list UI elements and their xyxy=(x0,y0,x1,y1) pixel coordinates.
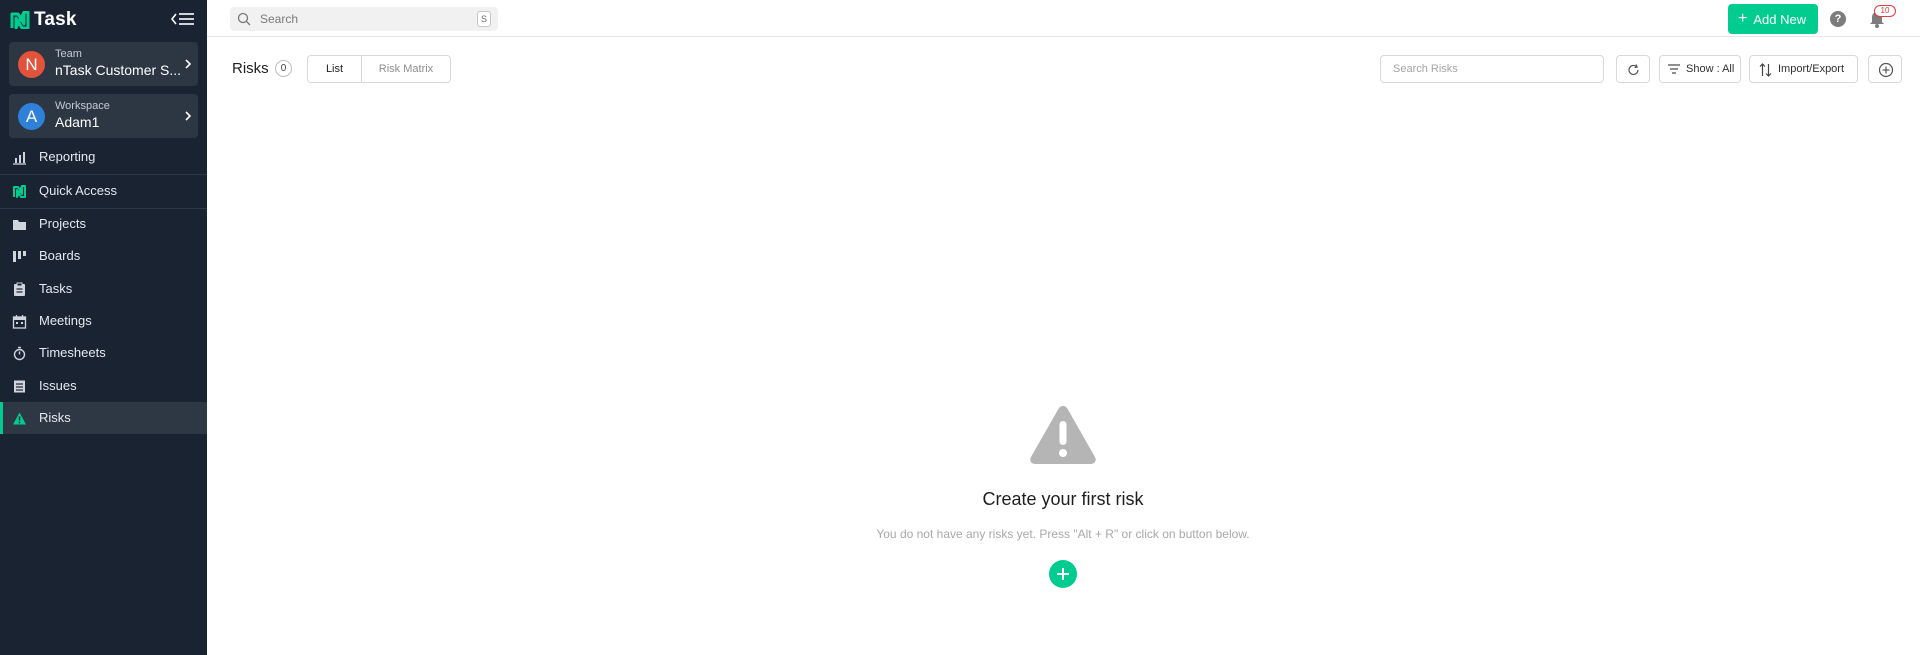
sidebar-item-risks[interactable]: Risks xyxy=(0,402,207,434)
sidebar-item-boards[interactable]: Boards xyxy=(0,240,207,272)
app-root: Task N Team nTask Customer S... A Worksp… xyxy=(0,0,1920,655)
notification-count-badge: 10 xyxy=(1874,5,1896,17)
top-bar: Search S + Add New ? 10 xyxy=(207,0,1920,37)
clipboard-icon xyxy=(14,282,25,296)
sidebar-item-reporting[interactable]: Reporting xyxy=(0,141,207,173)
workspace-switcher[interactable]: A Workspace Adam1 xyxy=(9,94,198,138)
collapse-sidebar-icon[interactable] xyxy=(170,10,196,28)
chevron-right-icon xyxy=(185,111,192,121)
tab-list[interactable]: List xyxy=(307,55,362,83)
chevron-right-icon xyxy=(185,59,192,69)
search-risks-input[interactable]: Search Risks xyxy=(1380,55,1604,83)
app-name: Task xyxy=(34,9,77,30)
list-icon xyxy=(14,380,25,393)
logo-row: Task xyxy=(0,0,207,37)
team-switcher[interactable]: N Team nTask Customer S... xyxy=(9,42,198,86)
sidebar-item-projects[interactable]: Projects xyxy=(0,208,207,240)
workspace-name: Adam1 xyxy=(55,114,100,130)
refresh-button[interactable] xyxy=(1616,55,1650,83)
calendar-icon xyxy=(12,315,27,329)
plus-icon: + xyxy=(1738,10,1748,27)
sidebar-item-meetings[interactable]: Meetings xyxy=(0,305,207,337)
sidebar-item-label: Reporting xyxy=(39,149,96,164)
add-new-label: Add New xyxy=(1753,11,1807,27)
sidebar-item-quick-access[interactable]: Quick Access xyxy=(0,175,207,207)
sidebar-item-label: Timesheets xyxy=(39,345,106,360)
search-icon xyxy=(237,12,251,26)
workspace-avatar: A xyxy=(18,103,45,130)
ntask-logo-icon xyxy=(10,11,30,29)
app-logo[interactable]: Task xyxy=(10,9,77,31)
filter-icon xyxy=(1668,64,1680,74)
show-filter-button[interactable]: Show : All xyxy=(1659,55,1741,83)
sidebar: Task N Team nTask Customer S... A Worksp… xyxy=(0,0,207,655)
search-placeholder: Search xyxy=(260,12,299,26)
empty-state-title: Create your first risk xyxy=(982,489,1144,509)
warning-icon xyxy=(1030,406,1096,464)
ntask-logo-icon xyxy=(13,185,26,198)
plus-circle-icon xyxy=(1878,62,1894,78)
refresh-icon xyxy=(1628,64,1639,76)
page-title: Risks xyxy=(232,60,269,77)
warning-icon xyxy=(13,412,26,425)
stopwatch-icon xyxy=(13,346,26,361)
board-icon xyxy=(13,251,26,262)
sidebar-item-label: Quick Access xyxy=(39,183,118,198)
plus-icon xyxy=(1057,568,1069,580)
sidebar-item-label: Boards xyxy=(39,248,81,263)
risk-count-badge: 0 xyxy=(275,60,292,77)
search-shortcut-key: S xyxy=(477,11,491,27)
sidebar-item-label: Meetings xyxy=(39,313,92,328)
show-filter-label: Show : All xyxy=(1686,63,1735,75)
sidebar-item-issues[interactable]: Issues xyxy=(0,370,207,402)
sidebar-item-tasks[interactable]: Tasks xyxy=(0,273,207,305)
import-export-button[interactable]: Import/Export xyxy=(1749,55,1858,83)
team-name: nTask Customer S... xyxy=(55,62,181,78)
import-export-icon xyxy=(1759,63,1772,77)
sidebar-item-label: Projects xyxy=(39,216,86,231)
create-risk-button[interactable] xyxy=(1049,560,1077,588)
tab-risk-matrix[interactable]: Risk Matrix xyxy=(361,55,451,83)
folder-icon xyxy=(13,220,26,230)
workspace-caption: Workspace xyxy=(55,100,110,112)
team-caption: Team xyxy=(55,48,82,60)
add-risk-circle-button[interactable] xyxy=(1868,55,1902,83)
empty-state-subtitle: You do not have any risks yet. Press "Al… xyxy=(876,527,1250,541)
import-export-label: Import/Export xyxy=(1778,63,1845,75)
sidebar-item-label: Tasks xyxy=(39,281,73,296)
sidebar-item-label: Risks xyxy=(39,410,71,425)
team-avatar: N xyxy=(18,51,45,78)
chart-icon xyxy=(13,152,26,165)
add-new-button[interactable]: + Add New xyxy=(1728,4,1818,34)
sidebar-item-label: Issues xyxy=(39,378,77,393)
sidebar-item-timesheets[interactable]: Timesheets xyxy=(0,337,207,369)
global-search-input[interactable]: Search S xyxy=(230,7,498,31)
help-icon[interactable]: ? xyxy=(1830,11,1846,27)
